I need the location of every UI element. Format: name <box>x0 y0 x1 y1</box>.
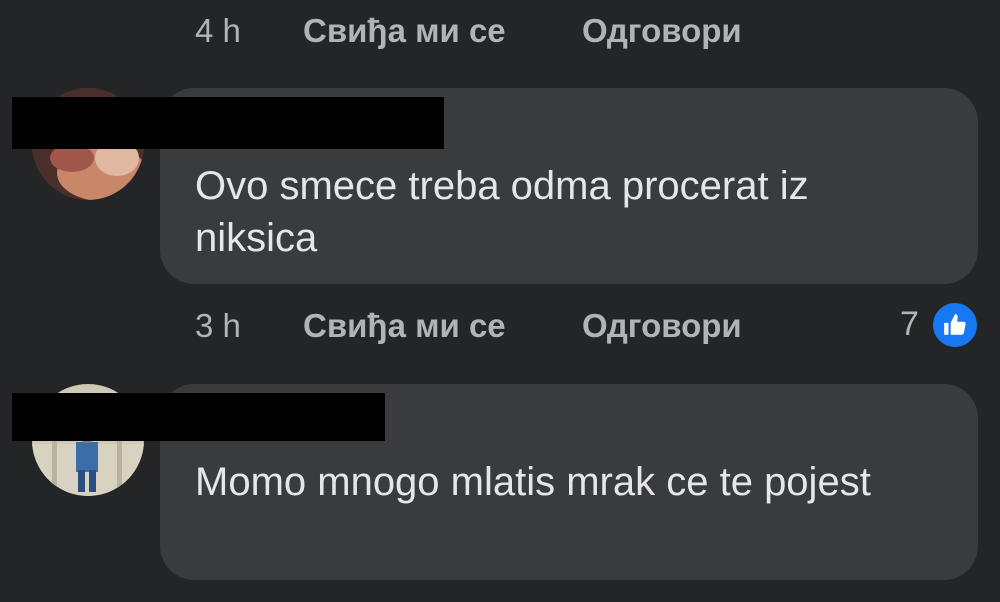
reply-button[interactable]: Одговори <box>582 301 742 351</box>
like-button[interactable]: Свиђа ми се <box>303 6 506 56</box>
comment-timestamp: 4 h <box>195 12 241 49</box>
comment-timestamp: 3 h <box>195 307 241 344</box>
like-button[interactable]: Свиђа ми се <box>303 301 506 351</box>
reply-button[interactable]: Одговори <box>582 6 742 56</box>
reaction-count[interactable]: 7 <box>900 299 919 349</box>
thumbs-up-icon[interactable] <box>930 300 980 350</box>
thumbs-up-glyph <box>944 314 966 335</box>
redacted-author-name <box>12 97 444 149</box>
comment-text: Ovo smece treba odma procerat iz niksica <box>195 164 809 260</box>
comment-text: Momo mnogo mlatis mrak ce te pojest <box>195 460 871 504</box>
redacted-author-name <box>12 393 385 441</box>
